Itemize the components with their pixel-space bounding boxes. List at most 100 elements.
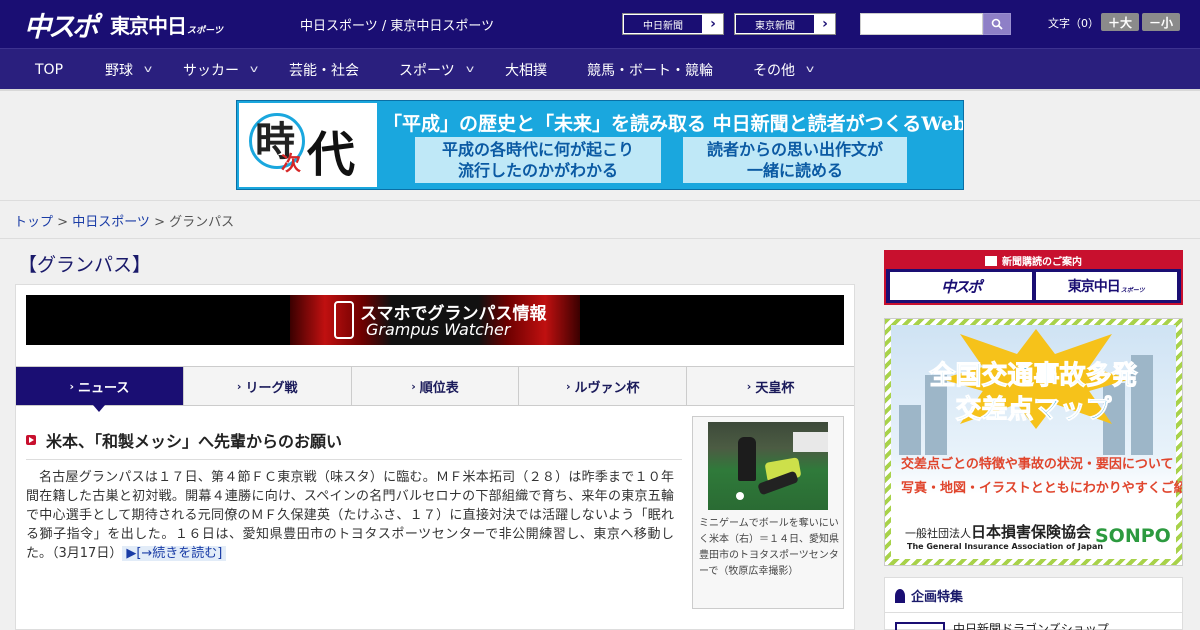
breadcrumb: トップ > 中日スポーツ > グランパス [14, 211, 234, 230]
banner-sub-right: 読者からの思い出作文が 一緒に読める [683, 137, 907, 183]
main-nav: TOP 野球 v サッカー v 芸能・社会 スポーツ v 大相撲 競馬・ボート・競輪 … [0, 48, 1200, 89]
read-more-link[interactable]: ▶[→続きを読む] [122, 546, 227, 561]
nav-label: 芸能・社会 [289, 62, 359, 79]
breadcrumb-separator: > [149, 215, 170, 230]
smartphone-icon [334, 301, 354, 339]
ribbon-icon [895, 588, 905, 603]
chevron-right-icon: › [822, 16, 828, 32]
font-bigger-button[interactable]: ＋大 [1101, 13, 1139, 31]
chevron-down-icon: v [249, 64, 259, 75]
nav-item-entertainment[interactable]: 芸能・社会 [289, 49, 359, 90]
nav-label: サッカー [183, 62, 239, 79]
logo-char-tsugi: 次 [281, 151, 301, 175]
site-title: 中日スポーツ / 東京中日スポーツ [300, 19, 495, 34]
org-name: 日本損害保険協会 [971, 523, 1092, 541]
article-date: （3月17日） [52, 546, 123, 561]
page-title: 【グランパス】 [18, 254, 152, 276]
ad-org: 一般社団法人日本損害保険協会 [905, 521, 1091, 542]
subscription-label: 新聞購読のご案内 [1002, 257, 1082, 268]
photo-shape [738, 437, 756, 481]
tab-label: 順位表 [419, 380, 459, 396]
chunichi-shimbun-link[interactable]: 中日新聞 › [622, 13, 724, 35]
article-body: 名古屋グランパスは１７日、第４節ＦＣ東京戦（味スタ）に臨む。ＭＦ米本拓司（２８）… [26, 468, 674, 563]
nav-item-top[interactable]: TOP [35, 49, 63, 90]
banner-sub-left: 平成の各時代に何が起こり 流行したのかがわかる [415, 137, 661, 183]
chevron-down-icon: v [805, 64, 815, 75]
chevron-right-icon: › [746, 379, 752, 393]
tab-levain-cup[interactable]: › ルヴァン杯 [519, 367, 688, 405]
ext-link-label: 中日新聞 [623, 14, 703, 34]
breadcrumb-section-link[interactable]: 中日スポーツ [72, 215, 150, 230]
tab-label: リーグ戦 [245, 380, 298, 396]
feature-title-text: 企画特集 [911, 590, 964, 605]
chunichi-sports-subscribe-link[interactable]: 中スポ [890, 272, 1032, 300]
top-header: 中スポ 東京中日 スポーツ 中日スポーツ / 東京中日スポーツ 中日新聞 › 東… [0, 0, 1200, 48]
article-photo[interactable] [708, 422, 828, 510]
tab-label: ルヴァン杯 [574, 380, 640, 396]
logo-tag: スポーツ [187, 25, 223, 36]
tab-news[interactable]: › ニュース [16, 367, 184, 412]
nav-label: 野球 [105, 62, 133, 79]
tab-emperors-cup[interactable]: › 天皇杯 [687, 367, 854, 405]
logo-sub: 東京中日 [110, 13, 187, 38]
ad-title-2: 交差点マップ [955, 395, 1112, 426]
nav-label: TOP [35, 61, 64, 78]
photo-caption: ミニゲームでボールを奪いにいく米本（右）＝１４日、愛知県豊田市のトヨタスポーツセ… [699, 518, 839, 577]
photo-shape [736, 492, 744, 500]
nav-divider [0, 89, 1200, 91]
nav-item-other[interactable]: その他 v [753, 49, 815, 90]
tab-league[interactable]: › リーグ戦 [184, 367, 352, 405]
breadcrumb-top-link[interactable]: トップ [14, 215, 53, 230]
newspaper-icon [985, 255, 997, 266]
jidai-banner-ad[interactable]: 時 次 代 「平成」の歴史と「未来」を読み取る 中日新聞と読者がつくるWebサイ… [236, 100, 964, 190]
chunichi-sports-logo[interactable]: 中スポ 東京中日 スポーツ [24, 6, 223, 43]
tokyo-chunichi-subscribe-link[interactable]: 東京中日 スポーツ [1035, 272, 1177, 300]
feature-item-link[interactable]: 中日新聞ドラゴンズショップ [953, 620, 1109, 630]
ad-desc-line: 交差点ごとの特徴や事故の状況・要因について [901, 457, 1174, 472]
subscription-links: 中スポ 東京中日 スポーツ [886, 269, 1181, 303]
nav-item-soccer[interactable]: サッカー v [183, 49, 259, 90]
tab-standings[interactable]: › 順位表 [352, 367, 520, 405]
subscription-box: 新聞購読のご案内 中スポ 東京中日 スポーツ [884, 250, 1183, 305]
nav-label: その他 [753, 62, 795, 79]
search-icon [991, 18, 1003, 30]
chevron-right-icon: › [710, 16, 716, 32]
divider [0, 238, 1200, 239]
breadcrumb-separator: > [53, 215, 73, 230]
font-size-label: 文字（0） [1048, 17, 1099, 30]
ad-org-en: The General Insurance Association of Jap… [907, 542, 1104, 551]
photo-shape [793, 432, 828, 452]
grampus-watcher-banner[interactable]: スマホでグランパス情報 Grampus Watcher [26, 295, 844, 345]
search-button[interactable] [983, 13, 1011, 35]
tab-label: 天皇杯 [755, 380, 795, 396]
play-bullet-icon [26, 435, 36, 445]
subscription-header: 新聞購読のご案内 [886, 252, 1181, 269]
font-smaller-button[interactable]: －小 [1142, 13, 1180, 31]
nav-item-baseball[interactable]: 野球 v [105, 49, 152, 90]
feature-title: 企画特集 [895, 586, 963, 605]
divider [885, 612, 1182, 613]
ad-inner: 全国交通事故多発 交差点マップ 交差点ごとの特徴や事故の状況・要因について 写真… [891, 325, 1182, 559]
breadcrumb-current: グランパス [169, 215, 235, 230]
nav-item-racing[interactable]: 競馬・ボート・競輪 [587, 49, 713, 90]
search-input[interactable] [860, 13, 983, 35]
feature-box: 企画特集 中日新聞ドラゴンズショップ [884, 577, 1183, 630]
app-banner-line2: Grampus Watcher [366, 320, 511, 339]
chevron-right-icon: › [566, 379, 571, 393]
tokyo-shimbun-link[interactable]: 東京新聞 › [734, 13, 836, 35]
traffic-accident-map-ad[interactable]: 全国交通事故多発 交差点マップ 交差点ごとの特徴や事故の状況・要因について 写真… [884, 318, 1183, 566]
logo-text: 中スポ [941, 277, 982, 296]
logo-text: 東京中日 [1067, 279, 1121, 295]
article-title-text: 米本、「和製メッシ」へ先輩からのお願い [46, 432, 343, 451]
nav-item-sumo[interactable]: 大相撲 [505, 49, 547, 90]
article-title[interactable]: 米本、「和製メッシ」へ先輩からのお願い [26, 428, 342, 452]
nav-label: 大相撲 [505, 62, 547, 79]
nav-label: 競馬・ボート・競輪 [587, 62, 713, 79]
nav-item-sports[interactable]: スポーツ v [399, 49, 474, 90]
tab-label: ニュース [77, 380, 130, 396]
chevron-right-icon: › [236, 379, 242, 393]
banner-sub-text: 一緒に読める [746, 161, 843, 180]
chevron-right-icon: › [69, 379, 74, 393]
org-prefix: 一般社団法人 [905, 527, 971, 540]
chevron-down-icon: v [465, 64, 474, 75]
